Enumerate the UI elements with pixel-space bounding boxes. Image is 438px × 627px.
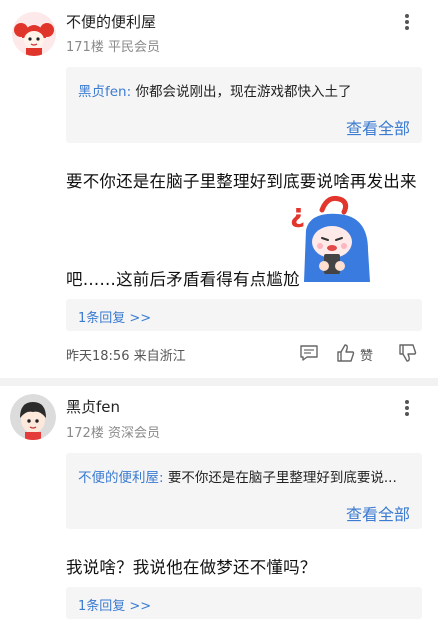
floor-info: 171楼 平民会员 xyxy=(66,40,160,55)
replies-link[interactable]: 1条回复 >> xyxy=(78,307,151,326)
username[interactable]: 黑贞fen xyxy=(66,396,120,417)
red-hair-girl-avatar-icon xyxy=(12,12,56,56)
quote-box[interactable]: 不便的便利屋: 要不你还是在脑子里整理好到底要说... 查看全部 xyxy=(66,453,422,529)
like-icon[interactable] xyxy=(336,343,356,363)
comment-body: 要不你还是在脑子里整理好到底要说啥再发出来 xyxy=(66,172,417,191)
black-hair-boy-avatar-icon xyxy=(10,394,56,440)
more-options-icon[interactable] xyxy=(397,10,417,34)
quote-author[interactable]: 不便的便利屋: xyxy=(78,470,164,486)
quote-box[interactable]: 黑贞fen: 你都会说刚出，现在游戏都快入土了 查看全部 xyxy=(66,67,422,143)
comment-body: 我说啥？我说他在做梦还不懂吗？ xyxy=(66,558,317,577)
like-label[interactable]: 赞 xyxy=(360,345,373,364)
post-location: 来自浙江 xyxy=(133,349,186,364)
quote-line: 黑贞fen: 你都会说刚出，现在游戏都快入土了 xyxy=(78,80,414,100)
quote-text: 你都会说刚出，现在游戏都快入土了 xyxy=(135,84,352,100)
view-all-link[interactable]: 查看全部 xyxy=(346,115,410,139)
svg-text:¿: ¿ xyxy=(290,199,305,229)
divider xyxy=(0,378,438,386)
avatar[interactable] xyxy=(10,394,56,440)
floor-info: 172楼 资深会员 xyxy=(66,426,160,441)
replies-bar[interactable]: 1条回复 >> xyxy=(66,587,422,619)
reply-icon[interactable] xyxy=(299,344,319,362)
more-options-icon[interactable] xyxy=(397,396,417,420)
comment-body-continued: 吧……这前后矛盾看得有点尴尬 xyxy=(66,270,300,289)
quote-line: 不便的便利屋: 要不你还是在脑子里整理好到底要说... xyxy=(78,466,418,486)
username[interactable]: 不便的便利屋 xyxy=(66,11,156,32)
post-time: 昨天18:56 xyxy=(66,349,130,364)
avatar[interactable] xyxy=(12,12,56,56)
dislike-icon[interactable] xyxy=(398,343,418,363)
replies-link[interactable]: 1条回复 >> xyxy=(78,595,151,614)
sticker-image: ¿ xyxy=(288,190,376,286)
blue-hooded-character-sticker-icon: ¿ xyxy=(290,195,370,282)
quote-author[interactable]: 黑贞fen: xyxy=(78,84,131,100)
replies-bar[interactable]: 1条回复 >> xyxy=(66,299,422,331)
view-all-link[interactable]: 查看全部 xyxy=(346,501,410,525)
timestamp: 昨天18:56 来自浙江 xyxy=(66,345,186,364)
quote-text: 要不你还是在脑子里整理好到底要说... xyxy=(167,470,397,486)
